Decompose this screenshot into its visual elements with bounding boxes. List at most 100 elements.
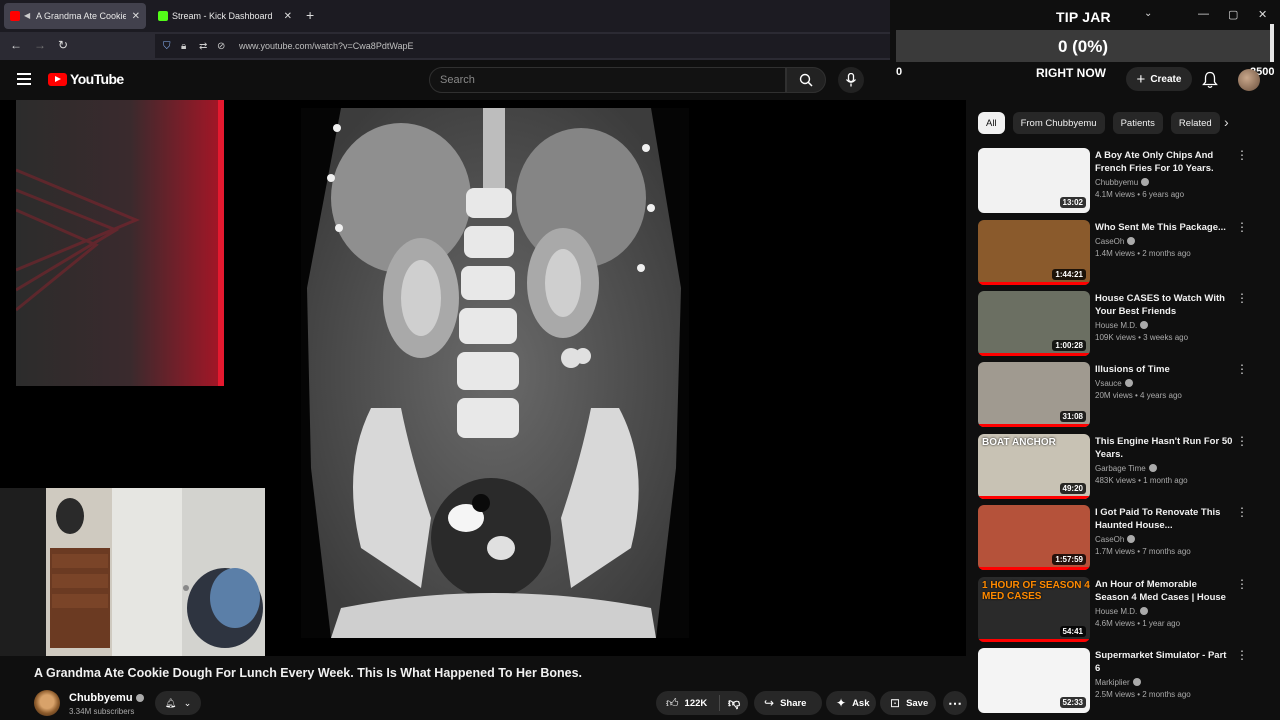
verified-icon bbox=[135, 694, 144, 703]
recommendation-meta: 2.5M views • 2 months ago bbox=[1095, 690, 1191, 699]
youtube-favicon-icon bbox=[10, 11, 20, 21]
forward-icon[interactable]: → bbox=[34, 38, 46, 52]
channel-name-text: Chubbyemu bbox=[1095, 178, 1139, 187]
browser-tab-kick[interactable]: Stream - Kick Dashboard ✕ bbox=[152, 3, 298, 29]
recommendation-title[interactable]: Supermarket Simulator - Part 6 bbox=[1095, 649, 1233, 675]
maximize-icon[interactable]: ▢ bbox=[1228, 8, 1238, 21]
recommendation-channel[interactable]: Markiplier bbox=[1095, 678, 1233, 687]
more-options-icon[interactable]: ⋮ bbox=[1236, 221, 1248, 233]
like-button[interactable]: 👍︎ 122K bbox=[656, 695, 720, 711]
recommendation-meta: 483K views • 1 month ago bbox=[1095, 476, 1188, 485]
recommendation-title[interactable]: Who Sent Me This Package... bbox=[1095, 221, 1233, 234]
voice-search-button[interactable] bbox=[838, 67, 864, 93]
verified-icon bbox=[1127, 237, 1136, 245]
chip-all[interactable]: All bbox=[978, 112, 1005, 134]
recommendation-item[interactable]: 31:08 Illusions of Time Vsauce 20M views • … bbox=[978, 362, 1268, 430]
channel-name-text: Chubbyemu bbox=[69, 692, 133, 704]
chip-patients[interactable]: Patients bbox=[1112, 112, 1163, 134]
recommendation-channel[interactable]: CaseOh bbox=[1095, 237, 1233, 246]
video-thumbnail[interactable]: 1 HOUR OF SEASON 4 MED CASES 54:41 bbox=[978, 577, 1090, 642]
recommendation-item[interactable]: 1:44:21 Who Sent Me This Package... CaseOh… bbox=[978, 220, 1268, 288]
recommendation-channel[interactable]: CaseOh bbox=[1095, 535, 1233, 544]
recommendation-item[interactable]: 1:57:59 I Got Paid To Renovate This Haunt… bbox=[978, 505, 1268, 573]
chip-related[interactable]: Related bbox=[1170, 112, 1220, 134]
minimize-icon[interactable]: — bbox=[1198, 8, 1209, 20]
more-options-icon[interactable]: ⋮ bbox=[1236, 578, 1248, 590]
recommendation-title[interactable]: This Engine Hasn't Run For 50 Years. bbox=[1095, 435, 1233, 461]
recommendation-channel[interactable]: Chubbyemu bbox=[1095, 178, 1233, 187]
microphone-icon bbox=[845, 73, 857, 87]
account-avatar[interactable] bbox=[1238, 69, 1260, 91]
video-player[interactable] bbox=[0, 100, 966, 656]
watch-progress-bar bbox=[978, 567, 1090, 570]
recommendation-title[interactable]: A Boy Ate Only Chips And French Fries Fo… bbox=[1095, 149, 1233, 175]
sparkle-icon: ✦ bbox=[836, 696, 847, 710]
channel-name[interactable]: Chubbyemu bbox=[69, 692, 144, 704]
share-label: Share bbox=[780, 697, 807, 709]
recommendation-item[interactable]: 52:33 Supermarket Simulator - Part 6 Marki… bbox=[978, 648, 1268, 716]
video-thumbnail[interactable]: 31:08 bbox=[978, 362, 1090, 427]
recommendation-title[interactable]: I Got Paid To Renovate This Haunted Hous… bbox=[1095, 506, 1233, 532]
new-tab-icon[interactable]: + bbox=[306, 7, 314, 23]
video-thumbnail[interactable]: 13:02 bbox=[978, 148, 1090, 213]
chevron-right-icon[interactable]: › bbox=[1224, 114, 1229, 130]
search-input[interactable]: Search bbox=[429, 67, 786, 93]
overlay-red-stripe bbox=[218, 100, 224, 386]
video-thumbnail[interactable]: 1:44:21 bbox=[978, 220, 1090, 285]
channel-avatar[interactable] bbox=[34, 690, 60, 716]
youtube-logo[interactable]: YouTube bbox=[48, 71, 124, 87]
more-options-icon[interactable]: ⋮ bbox=[1236, 649, 1248, 661]
verified-icon bbox=[1140, 607, 1149, 615]
more-actions-icon[interactable]: ⋯ bbox=[943, 691, 967, 715]
recommendation-title[interactable]: Illusions of Time bbox=[1095, 363, 1233, 376]
recommendation-channel[interactable]: House M.D. bbox=[1095, 607, 1233, 616]
search-button[interactable] bbox=[786, 67, 826, 93]
menu-icon[interactable] bbox=[17, 73, 31, 85]
recommendation-item[interactable]: BOAT ANCHOR 49:20 This Engine Hasn't Run F… bbox=[978, 434, 1268, 502]
more-options-icon[interactable]: ⋮ bbox=[1236, 149, 1248, 161]
ask-button[interactable]: ✦ Ask bbox=[826, 691, 876, 715]
recommendation-item[interactable]: 13:02 A Boy Ate Only Chips And French Fri… bbox=[978, 148, 1268, 216]
recommendation-title[interactable]: An Hour of Memorable Season 4 Med Cases … bbox=[1095, 578, 1233, 604]
bell-icon[interactable] bbox=[1202, 71, 1218, 89]
permissions-icon[interactable]: ⇄ bbox=[199, 41, 211, 52]
dislike-button[interactable]: 👎︎ bbox=[720, 696, 740, 711]
more-options-icon[interactable]: ⋮ bbox=[1236, 363, 1248, 375]
more-options-icon[interactable]: ⋮ bbox=[1236, 435, 1248, 447]
ask-label: Ask bbox=[852, 697, 870, 709]
share-button[interactable]: ↪ Share bbox=[754, 691, 822, 715]
chip-from-chubbyemu[interactable]: From Chubbyemu bbox=[1012, 112, 1105, 134]
channel-name-text: CaseOh bbox=[1095, 237, 1125, 246]
verified-icon bbox=[1141, 178, 1150, 186]
shield-icon[interactable]: ⛉ bbox=[163, 41, 175, 52]
audio-playing-icon[interactable]: ◀ bbox=[24, 12, 32, 20]
chevron-down-icon[interactable]: ⌄ bbox=[1144, 8, 1152, 19]
tracking-icon[interactable]: ⊘ bbox=[217, 41, 229, 52]
save-button[interactable]: ⊡ Save bbox=[880, 691, 936, 715]
browser-tab-youtube[interactable]: ◀ A Grandma Ate Cookie Dough ✕ bbox=[4, 3, 146, 29]
create-button[interactable]: + Create bbox=[1126, 67, 1192, 91]
video-thumbnail[interactable]: 1:57:59 bbox=[978, 505, 1090, 570]
reload-icon[interactable]: ↻ bbox=[58, 38, 68, 52]
subscription-bell-button[interactable]: 🔔︎ ⌄ bbox=[155, 691, 201, 715]
recommendation-channel[interactable]: Garbage Time bbox=[1095, 464, 1233, 473]
recommendation-item[interactable]: 1:00:28 House CASES to Watch With Your Be… bbox=[978, 291, 1268, 359]
address-bar[interactable]: ⛉ 🔒︎ ⇄ ⊘ www.youtube.com/watch?v=Cwa8Pdt… bbox=[155, 34, 890, 58]
tip-bar-edge bbox=[1270, 24, 1274, 62]
url-text: www.youtube.com/watch?v=Cwa8PdtWapE bbox=[239, 41, 414, 51]
video-thumbnail[interactable]: 52:33 bbox=[978, 648, 1090, 713]
video-thumbnail[interactable]: BOAT ANCHOR 49:20 bbox=[978, 434, 1090, 499]
more-options-icon[interactable]: ⋮ bbox=[1236, 292, 1248, 304]
recommendation-item[interactable]: 1 HOUR OF SEASON 4 MED CASES 54:41 An Hour… bbox=[978, 577, 1268, 645]
close-tab-icon[interactable]: ✕ bbox=[132, 11, 140, 22]
back-icon[interactable]: ← bbox=[10, 38, 22, 52]
close-window-icon[interactable]: ✕ bbox=[1258, 8, 1267, 21]
watch-progress-bar bbox=[978, 282, 1090, 285]
recommendation-channel[interactable]: Vsauce bbox=[1095, 379, 1233, 388]
recommendation-title[interactable]: House CASES to Watch With Your Best Frie… bbox=[1095, 292, 1233, 318]
close-tab-icon[interactable]: ✕ bbox=[284, 11, 292, 22]
video-thumbnail[interactable]: 1:00:28 bbox=[978, 291, 1090, 356]
recommendation-channel[interactable]: House M.D. bbox=[1095, 321, 1233, 330]
lock-icon[interactable]: 🔒︎ bbox=[181, 41, 193, 52]
more-options-icon[interactable]: ⋮ bbox=[1236, 506, 1248, 518]
